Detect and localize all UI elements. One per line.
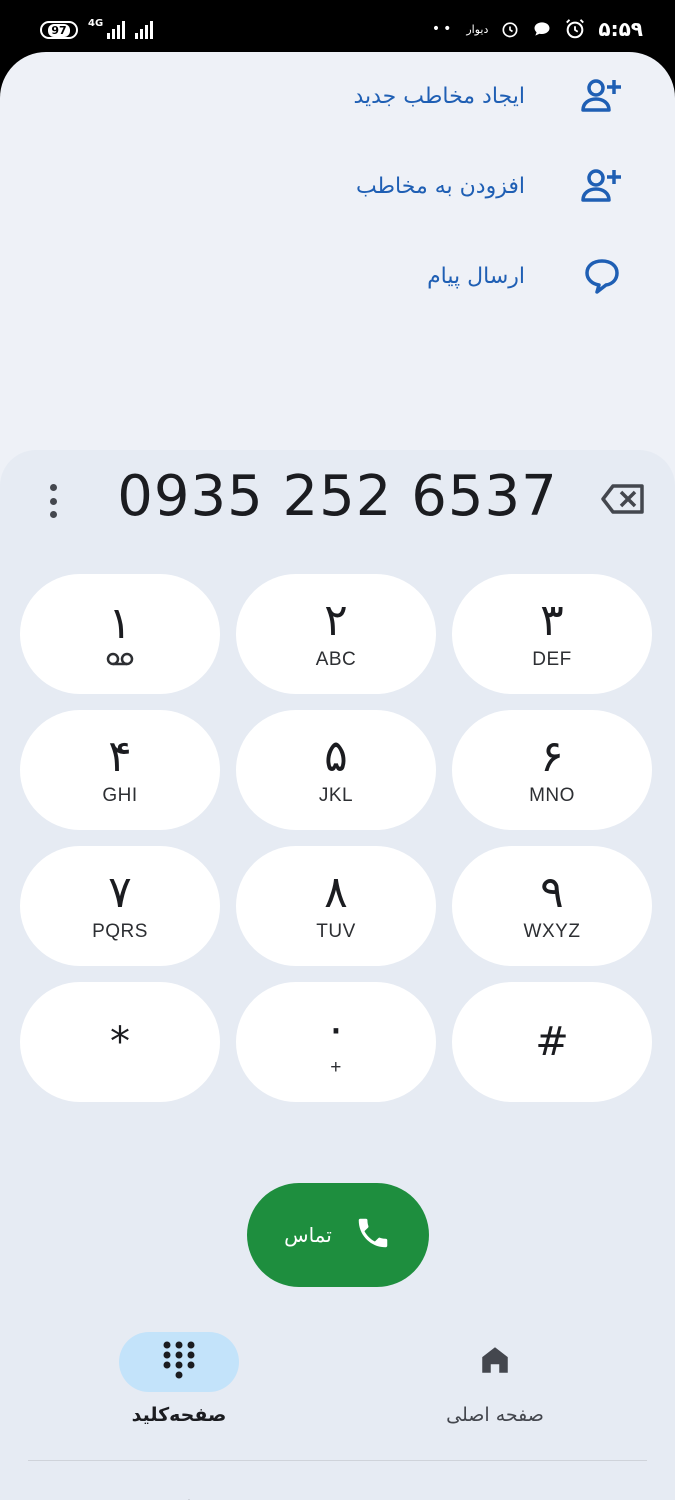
add-to-contact-action[interactable]: افزودن به مخاطب bbox=[67, 156, 627, 216]
key-letters: WXYZ bbox=[523, 921, 581, 942]
nav-keypad-label: صفحه‌کلید bbox=[131, 1404, 227, 1426]
key-letters: DEF bbox=[532, 649, 572, 670]
call-label: تماس bbox=[284, 1223, 332, 1247]
create-new-contact-label: ایجاد مخاطب جدید bbox=[353, 83, 525, 109]
key-digit: ۱ bbox=[108, 597, 132, 649]
backspace-icon[interactable] bbox=[601, 484, 645, 514]
key-letters: TUV bbox=[316, 921, 356, 942]
dialpad-icon bbox=[162, 1340, 196, 1384]
nav-home[interactable]: صفحه اصلی bbox=[405, 1332, 585, 1432]
key-3[interactable]: ۳ DEF bbox=[452, 574, 652, 694]
dialer-screen: ایجاد مخاطب جدید افزودن به مخاطب ارسال پ… bbox=[0, 52, 675, 1500]
person-add-icon bbox=[577, 161, 627, 211]
message-icon bbox=[577, 251, 627, 301]
nav-keypad[interactable]: صفحه‌کلید bbox=[89, 1332, 269, 1432]
key-digit: ۳ bbox=[540, 595, 564, 646]
person-add-icon bbox=[577, 71, 627, 121]
key-digit: ۵ bbox=[324, 731, 348, 782]
system-back-icon[interactable] bbox=[165, 1490, 205, 1500]
key-digit: ۶ bbox=[540, 731, 564, 782]
key-digit: ۲ bbox=[324, 595, 348, 646]
call-button[interactable]: تماس bbox=[247, 1183, 429, 1287]
dialed-number[interactable]: 0935 252 6537 bbox=[0, 464, 675, 534]
send-message-label: ارسال پیام bbox=[427, 263, 525, 289]
nav-home-label: صفحه اصلی bbox=[446, 1404, 544, 1426]
notification-dots: •• bbox=[431, 21, 455, 37]
key-0[interactable]: ۰ + bbox=[236, 982, 436, 1102]
key-8[interactable]: ۸ TUV bbox=[236, 846, 436, 966]
signal-strength-icon bbox=[107, 21, 126, 39]
key-digit: ۸ bbox=[324, 867, 348, 918]
battery-level: 97 bbox=[48, 23, 70, 37]
phone-icon bbox=[354, 1214, 392, 1256]
key-digit: # bbox=[535, 1019, 569, 1065]
system-home-icon[interactable] bbox=[318, 1490, 358, 1500]
key-letters: JKL bbox=[318, 785, 354, 806]
alarm-clock-icon bbox=[566, 19, 585, 39]
key-hash[interactable]: # bbox=[452, 982, 652, 1102]
key-letters: + bbox=[330, 1057, 342, 1078]
add-to-contact-label: افزودن به مخاطب bbox=[355, 173, 525, 199]
create-new-contact-action[interactable]: ایجاد مخاطب جدید bbox=[67, 66, 627, 126]
key-4[interactable]: ۴ GHI bbox=[20, 710, 220, 830]
home-pill bbox=[435, 1332, 555, 1392]
signal-strength-icon-2 bbox=[135, 21, 154, 39]
key-digit: ۷ bbox=[108, 867, 132, 918]
key-2[interactable]: ۲ ABC bbox=[236, 574, 436, 694]
voicemail-icon bbox=[106, 651, 134, 670]
network-type: 4G bbox=[88, 17, 104, 29]
dialpad-keys: ۱ ۲ ABC ۳ DEF ۴ GHI ۵ JKL ۶ MNO ۷ PQRS ۸… bbox=[20, 574, 654, 1102]
chat-bubble-icon bbox=[534, 22, 550, 36]
keypad-pill bbox=[119, 1332, 239, 1392]
app-notification-text: دیوار bbox=[466, 22, 489, 36]
nav-divider bbox=[28, 1460, 647, 1461]
battery-indicator: 97 bbox=[40, 21, 78, 39]
key-6[interactable]: ۶ MNO bbox=[452, 710, 652, 830]
key-1[interactable]: ۱ bbox=[20, 574, 220, 694]
alarm-icon bbox=[502, 22, 518, 38]
key-digit: ۴ bbox=[108, 731, 132, 782]
key-5[interactable]: ۵ JKL bbox=[236, 710, 436, 830]
status-time: ۵:۵۹ bbox=[598, 17, 643, 41]
dialpad-panel: 0935 252 6537 ۱ ۲ ABC ۳ DEF ۴ GHI ۵ JKL … bbox=[0, 450, 675, 1500]
status-left: 97 4G bbox=[40, 17, 154, 42]
key-7[interactable]: ۷ PQRS bbox=[20, 846, 220, 966]
key-digit: ۹ bbox=[540, 867, 564, 918]
key-letters: ABC bbox=[315, 649, 357, 670]
system-recents-icon[interactable] bbox=[472, 1490, 512, 1500]
key-9[interactable]: ۹ WXYZ bbox=[452, 846, 652, 966]
key-letters: MNO bbox=[529, 785, 575, 806]
key-star[interactable]: * bbox=[20, 982, 220, 1102]
send-message-action[interactable]: ارسال پیام bbox=[67, 246, 627, 306]
key-letters: PQRS bbox=[92, 921, 148, 942]
home-icon bbox=[478, 1343, 512, 1381]
key-letters: GHI bbox=[102, 785, 138, 806]
status-right: •• دیوار ۵:۵۹ bbox=[432, 14, 643, 44]
status-bar: 97 4G •• دیوار ۵:۵۹ bbox=[0, 0, 675, 56]
key-digit: * bbox=[110, 1019, 130, 1065]
key-digit: ۰ bbox=[324, 1003, 348, 1054]
